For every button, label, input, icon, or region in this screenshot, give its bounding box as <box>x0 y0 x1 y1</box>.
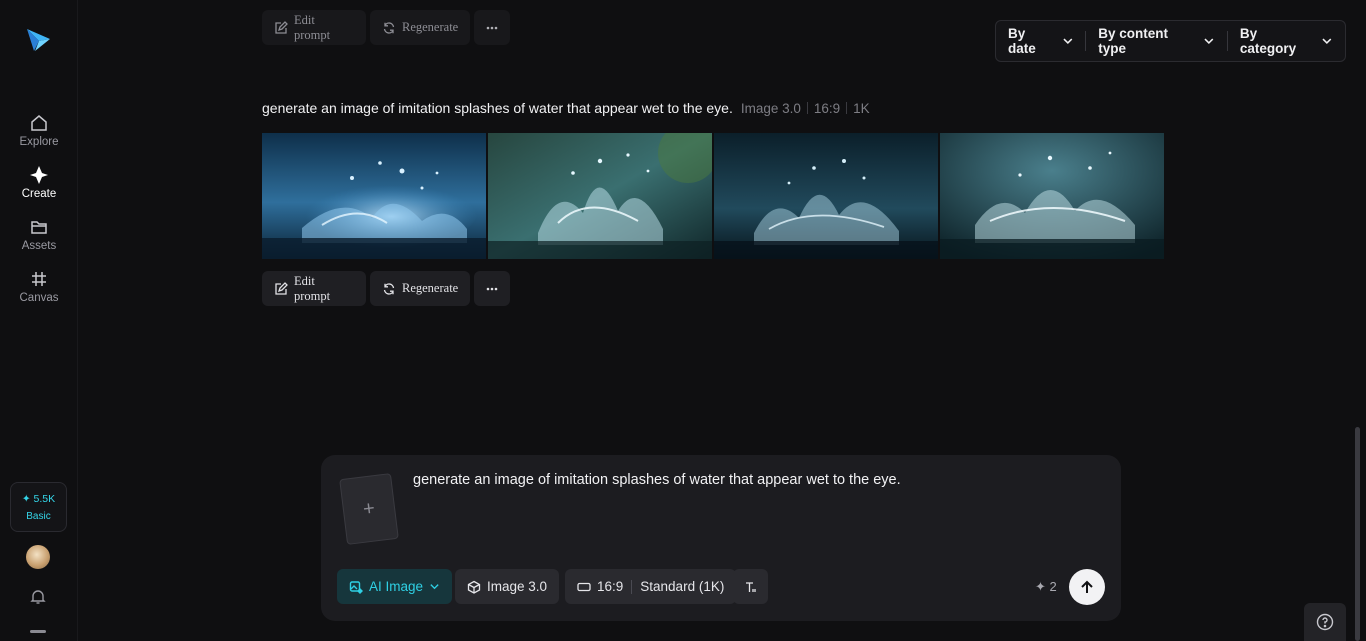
regenerate-label: Regenerate <box>402 281 459 295</box>
chip-separator <box>631 579 633 594</box>
more-icon <box>486 26 498 29</box>
generated-image-3[interactable] <box>714 133 938 259</box>
home-icon <box>31 115 47 131</box>
text-style-icon <box>745 581 756 592</box>
regenerate-button[interactable]: Regenerate <box>370 10 470 45</box>
mode-select[interactable]: AI Image <box>337 569 453 604</box>
sidebar-item-canvas[interactable]: Canvas <box>0 269 78 304</box>
edit-prompt-button[interactable]: Edit prompt <box>262 10 366 45</box>
sidebar: Explore Create Assets Canvas ✦ 5.5K Basi… <box>0 0 78 641</box>
menu-icon[interactable] <box>30 630 46 633</box>
send-button[interactable] <box>1069 569 1105 605</box>
help-button[interactable] <box>1304 603 1346 641</box>
regenerate-button[interactable]: Regenerate <box>370 271 470 306</box>
help-icon <box>1316 613 1334 631</box>
filter-bar: By date By content type By category <box>995 20 1346 62</box>
folder-icon <box>31 221 47 234</box>
bell-icon[interactable] <box>29 588 47 606</box>
edit-icon <box>275 281 288 295</box>
arrow-up-icon <box>1081 580 1093 593</box>
app-logo-icon[interactable] <box>23 24 55 56</box>
sparkle-icon <box>30 166 48 184</box>
filter-by-date[interactable]: By date <box>996 26 1085 56</box>
sidebar-item-explore[interactable]: Explore <box>0 113 78 148</box>
scrollbar[interactable] <box>1355 427 1360 641</box>
chevron-down-icon <box>1322 38 1332 45</box>
more-icon <box>486 287 498 290</box>
prompt-input[interactable]: generate an image of imitation splashes … <box>413 472 901 488</box>
generated-image-4[interactable] <box>940 133 1164 259</box>
mode-label: AI Image <box>369 579 424 594</box>
refresh-icon <box>383 282 395 295</box>
generated-image-2[interactable] <box>488 133 712 259</box>
chevron-down-icon <box>1062 38 1072 45</box>
generation-ratio: 16:9 <box>813 100 841 116</box>
generation-resolution: 1K <box>853 100 870 116</box>
ai-image-icon <box>349 580 363 594</box>
edit-prompt-button[interactable]: Edit prompt <box>262 271 366 306</box>
generated-image-1[interactable] <box>262 133 486 259</box>
sidebar-item-label: Assets <box>21 240 57 252</box>
credits-count: ✦ 5.5K <box>21 492 56 505</box>
edit-prompt-label: Edit prompt <box>294 12 331 42</box>
plan-label: Basic <box>26 510 51 522</box>
filter-by-category[interactable]: By category <box>1226 26 1345 56</box>
plus-icon: + <box>361 496 377 521</box>
chevron-down-icon <box>430 584 439 590</box>
edit-icon <box>275 20 288 34</box>
regenerate-label: Regenerate <box>402 20 459 34</box>
meta-separator <box>846 102 848 114</box>
ratio-quality-select[interactable]: 16:9 Standard (1K) <box>565 569 737 604</box>
model-select[interactable]: Image 3.0 <box>455 569 560 604</box>
grid-icon <box>32 272 46 286</box>
sidebar-item-label: Explore <box>19 136 59 148</box>
sidebar-item-assets[interactable]: Assets <box>0 217 78 252</box>
filter-label: By date <box>1008 26 1036 56</box>
text-style-button[interactable] <box>733 569 768 604</box>
chevron-down-icon <box>1204 38 1214 45</box>
generation-prompt-line: generate an image of imitation splashes … <box>262 100 870 116</box>
sidebar-item-create[interactable]: Create <box>0 165 78 200</box>
more-options-button[interactable] <box>474 271 510 306</box>
generation-prompt: generate an image of imitation splashes … <box>262 100 733 116</box>
refresh-icon <box>383 21 395 34</box>
sidebar-item-label: Canvas <box>19 292 59 304</box>
filter-label: By category <box>1239 26 1297 56</box>
upload-reference-button[interactable]: + <box>339 473 399 545</box>
more-options-button[interactable] <box>474 10 510 45</box>
cube-icon <box>467 580 481 594</box>
credit-cost: ✦ 2 <box>1035 579 1057 594</box>
water-splash-image <box>488 133 712 259</box>
meta-separator <box>806 102 808 114</box>
model-label: Image 3.0 <box>487 579 548 594</box>
sidebar-item-label: Create <box>21 188 57 200</box>
credits-badge[interactable]: ✦ 5.5K Basic <box>10 482 67 532</box>
avatar[interactable] <box>26 545 50 569</box>
edit-prompt-label: Edit prompt <box>294 273 331 303</box>
ratio-label: 16:9 <box>597 579 624 594</box>
water-splash-image <box>262 133 486 259</box>
water-splash-image <box>940 133 1164 259</box>
prompt-composer: + generate an image of imitation splashe… <box>321 455 1121 621</box>
quality-label: Standard (1K) <box>640 579 725 594</box>
filter-by-content-type[interactable]: By content type <box>1085 26 1227 56</box>
aspect-ratio-icon <box>577 582 591 591</box>
water-splash-image <box>714 133 938 259</box>
filter-label: By content type <box>1098 26 1169 56</box>
generation-model: Image 3.0 <box>740 100 801 116</box>
